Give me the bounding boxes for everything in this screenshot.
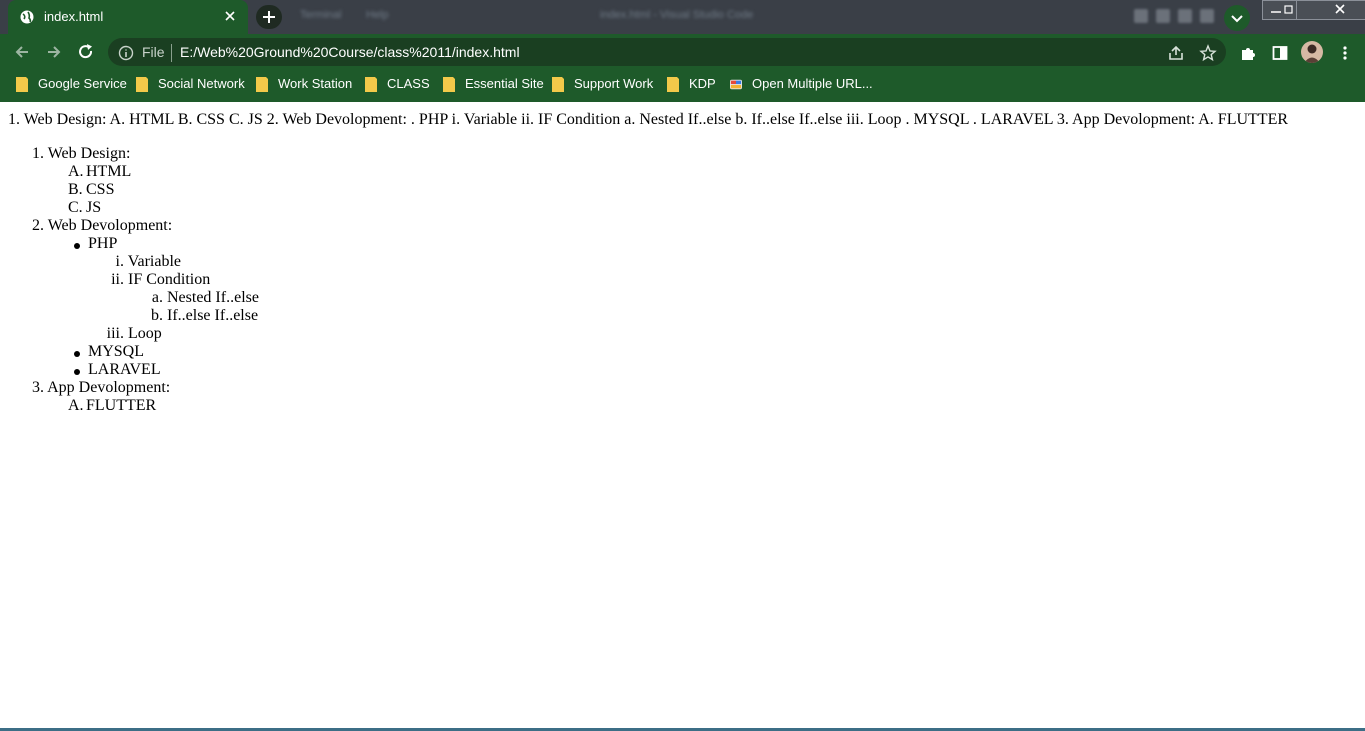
bookmark-label: Work Station [278, 76, 353, 91]
list-marker: A. [68, 163, 84, 180]
avatar-image [1304, 44, 1320, 63]
address-scheme-label: File [142, 44, 165, 60]
tab-search-button[interactable] [1224, 5, 1250, 31]
list-item: ii. IF Condition [106, 271, 210, 289]
list-item-label: Nested If..else [167, 289, 259, 306]
list-item: A. HTML [68, 163, 131, 181]
side-panel-icon[interactable] [1271, 44, 1289, 62]
bullet-marker [74, 243, 80, 249]
list-item-label: Web Devolopment: [47, 217, 173, 234]
list-marker: b. [151, 307, 163, 324]
list-item: b. If..else If..else [148, 307, 258, 325]
back-arrow-icon[interactable] [12, 42, 32, 62]
close-icon [1335, 4, 1345, 14]
list-item: 1. Web Design: [32, 145, 130, 163]
list-marker: A. [68, 397, 84, 414]
list-item-label: MYSQL [88, 343, 145, 360]
list-marker: 1. [32, 145, 44, 162]
flat-list-text: 1. Web Design: A. HTML B. CSS C. JS 2. W… [8, 111, 1289, 128]
bookmark-label: Open Multiple URL... [752, 76, 873, 91]
list-marker: B. [68, 181, 83, 198]
blurred-layout-icon [1200, 9, 1214, 23]
list-marker: 3. [32, 379, 44, 396]
blurred-menu-terminal: Terminal [300, 9, 342, 21]
address-divider [171, 44, 172, 62]
info-icon[interactable] [118, 45, 134, 61]
list-item: B. CSS [68, 181, 114, 199]
minimize-button[interactable] [1262, 0, 1298, 20]
list-marker: a. [151, 289, 163, 306]
folder-icon [443, 77, 455, 92]
folder-icon [667, 77, 679, 92]
close-icon[interactable] [222, 8, 238, 24]
bookmark-label: KDP [689, 76, 716, 91]
plus-icon [263, 11, 275, 23]
folder-icon [16, 77, 28, 92]
list-item-label: LARAVEL [88, 361, 161, 378]
new-tab-button[interactable] [256, 5, 282, 29]
globe-icon [20, 10, 34, 24]
tab-title: index.html [44, 9, 104, 24]
list-item-label: FLUTTER [86, 397, 157, 414]
list-marker: ii. [111, 271, 124, 288]
list-item-label: If..else If..else [167, 307, 259, 324]
list-item-label: IF Condition [128, 271, 211, 288]
list-item-label: CSS [86, 181, 115, 198]
blurred-layout-icon [1156, 9, 1170, 23]
list-item-label: Variable [127, 253, 182, 270]
list-marker: C. [68, 199, 83, 216]
blurred-layout-icon [1134, 9, 1148, 23]
list-item: A. FLUTTER [68, 397, 156, 415]
share-icon[interactable] [1167, 44, 1185, 62]
bookmark-label: CLASS [387, 76, 430, 91]
folder-icon [365, 77, 377, 92]
list-item: 3. App Devolopment: [32, 379, 170, 397]
blurred-layout-icon [1178, 9, 1192, 23]
list-item: MYSQL [88, 343, 144, 361]
blurred-window-title: index.html - Visual Studio Code [600, 9, 754, 21]
list-item: a. Nested If..else [148, 289, 259, 307]
forward-arrow-icon[interactable] [44, 42, 64, 62]
kebab-menu-icon[interactable] [1336, 44, 1354, 62]
list-item-label: Web Design: [47, 145, 131, 162]
bookmark-label: Essential Site [465, 76, 544, 91]
blurred-menu-help: Help [366, 9, 389, 21]
extension-favicon-icon [730, 79, 742, 90]
list-item: 2. Web Devolopment: [32, 217, 172, 235]
list-item: PHP [88, 235, 117, 253]
chevron-down-icon [1231, 15, 1243, 23]
list-marker: 2. [32, 217, 44, 234]
extensions-puzzle-icon[interactable] [1239, 44, 1257, 62]
list-item: C. JS [68, 199, 101, 217]
list-item-label: HTML [86, 163, 132, 180]
bookmark-label: Social Network [158, 76, 245, 91]
list-marker: i. [115, 253, 124, 270]
minimize-icon [1271, 5, 1293, 14]
star-icon[interactable] [1199, 44, 1217, 62]
close-window-button[interactable] [1296, 0, 1365, 20]
profile-avatar[interactable] [1301, 41, 1323, 63]
bookmark-label: Support Work [574, 76, 654, 91]
list-item-label: PHP [88, 235, 118, 252]
list-item: i. Variable [106, 253, 181, 271]
bullet-marker [74, 369, 80, 375]
reload-icon[interactable] [76, 42, 96, 62]
address-url[interactable]: E:/Web%20Ground%20Course/class%2011/inde… [180, 44, 520, 60]
bullet-marker [74, 351, 80, 357]
list-item: LARAVEL [88, 361, 161, 379]
list-item-label: JS [86, 199, 102, 216]
folder-icon [552, 77, 564, 92]
list-item-label: App Devolopment: [47, 379, 171, 396]
list-marker: iii. [106, 325, 124, 342]
folder-icon [256, 77, 268, 92]
page-viewport: 1. Web Design: A. HTML B. CSS C. JS 2. W… [0, 102, 1365, 728]
bookmark-label: Google Service [38, 76, 127, 91]
list-item: iii. Loop [106, 325, 162, 343]
folder-icon [136, 77, 148, 92]
list-item-label: Loop [128, 325, 162, 342]
tab-index-html[interactable]: index.html [8, 0, 248, 34]
